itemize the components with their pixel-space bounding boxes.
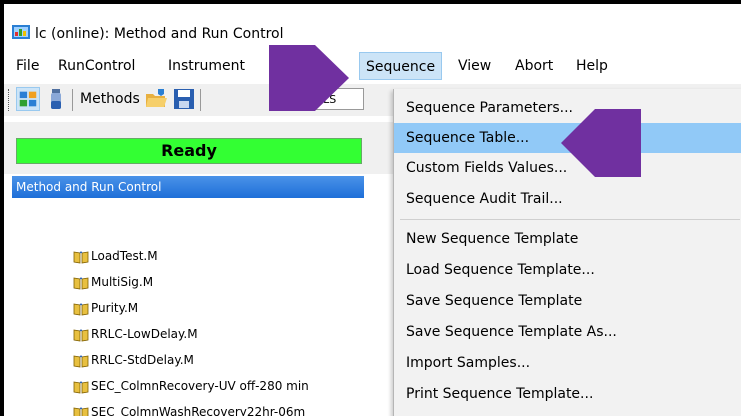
menu-view[interactable]: View <box>452 52 497 80</box>
method-view-icon[interactable] <box>16 87 40 111</box>
methods-label: Methods <box>80 91 140 107</box>
method-book-icon <box>73 250 89 263</box>
method-tree: LoadTest.M MultiSig.M Purity.M RRLC-LowD… <box>12 198 364 416</box>
tree-item-label: SEC_ColmnWashRecovery22hr-06m <box>91 405 306 416</box>
tree-item[interactable]: RRLC-LowDelay.M <box>63 324 198 344</box>
menu-item-import-samples[interactable]: Import Samples... <box>394 348 741 378</box>
method-book-icon <box>73 276 89 289</box>
toolbar-separator <box>72 89 73 111</box>
toolbar-grip[interactable] <box>8 89 12 111</box>
app-icon <box>12 25 30 39</box>
tree-item-label: SEC_ColmnRecovery-UV off-280 min <box>91 379 309 393</box>
method-book-icon <box>73 302 89 315</box>
menu-item-print-sequence-template[interactable]: Print Sequence Template... <box>394 379 741 409</box>
tree-item-label: MultiSig.M <box>91 275 154 289</box>
menu-instrument[interactable]: Instrument <box>162 52 251 80</box>
status-indicator: Ready <box>16 138 362 164</box>
method-book-icon <box>73 354 89 367</box>
annotation-arrow-right <box>269 45 349 111</box>
tree-item[interactable]: RRLC-StdDelay.M <box>63 350 194 370</box>
sample-vial-icon[interactable] <box>44 87 68 111</box>
method-book-icon <box>73 406 89 416</box>
tree-item-label: RRLC-StdDelay.M <box>91 353 194 367</box>
method-book-icon <box>73 380 89 393</box>
tree-item-label: Purity.M <box>91 301 139 315</box>
window-title: lc (online): Method and Run Control <box>35 26 284 42</box>
tree-item[interactable]: SEC_ColmnRecovery-UV off-280 min <box>63 376 309 396</box>
menu-item-save-sequence-template-as[interactable]: Save Sequence Template As... <box>394 317 741 347</box>
menu-item-save-sequence-template[interactable]: Save Sequence Template <box>394 286 741 316</box>
menu-item-sequence-audit-trail[interactable]: Sequence Audit Trail... <box>394 184 741 214</box>
tree-item[interactable]: SEC_ColmnWashRecovery22hr-06m <box>63 402 305 416</box>
menu-item-new-sequence-template[interactable]: New Sequence Template <box>394 224 741 254</box>
menu-file[interactable]: File <box>10 52 45 80</box>
open-folder-icon[interactable] <box>144 87 168 111</box>
tree-item-label: LoadTest.M <box>91 249 158 263</box>
menu-abort[interactable]: Abort <box>509 52 559 80</box>
menu-item-load-sequence-template[interactable]: Load Sequence Template... <box>394 255 741 285</box>
tree-item[interactable]: MultiSig.M <box>63 272 153 292</box>
title-bar: lc (online): Method and Run Control <box>4 4 741 52</box>
tree-item[interactable]: LoadTest.M <box>63 246 158 266</box>
menu-sequence[interactable]: Sequence <box>359 52 443 80</box>
save-icon[interactable] <box>172 87 196 111</box>
menu-runcontrol[interactable]: RunControl <box>52 52 141 80</box>
tree-item[interactable]: Purity.M <box>63 298 138 318</box>
tree-item-label: RRLC-LowDelay.M <box>91 327 198 341</box>
panel-title: Method and Run Control <box>12 176 364 198</box>
menu-bar: File RunControl Instrument Sequence View… <box>4 52 741 80</box>
application-window: lc (online): Method and Run Control File… <box>4 4 741 416</box>
menu-separator <box>400 219 740 220</box>
annotation-arrow-left <box>561 109 641 177</box>
method-book-icon <box>73 328 89 341</box>
menu-help[interactable]: Help <box>570 52 614 80</box>
toolbar-separator <box>200 89 201 111</box>
